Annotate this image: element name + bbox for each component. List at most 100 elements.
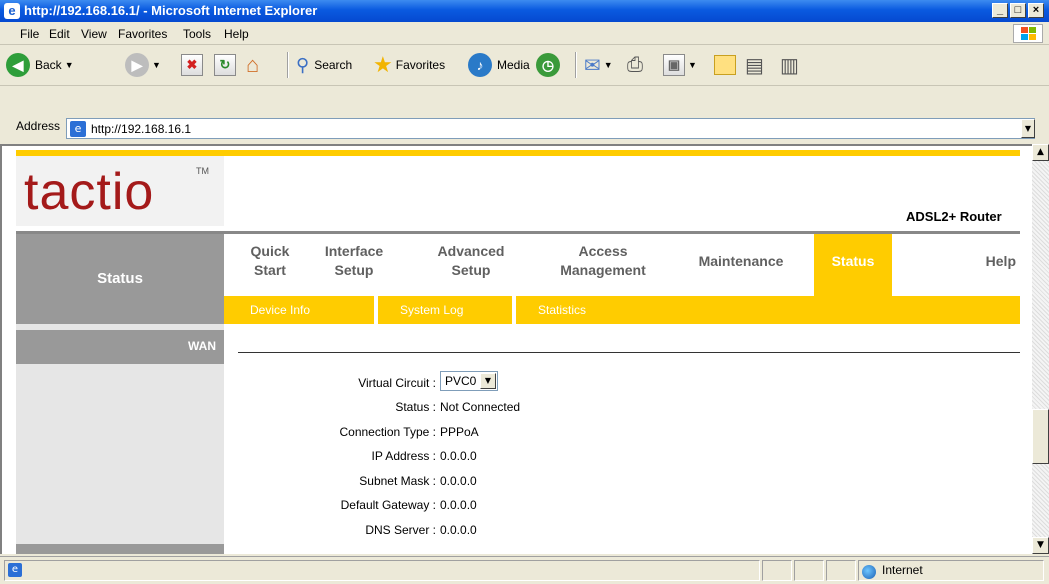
favorites-button[interactable]: ★ Favorites <box>373 46 445 84</box>
section-panel: Status <box>16 234 224 324</box>
messenger-icon: ▥ <box>780 54 799 77</box>
page-loaded-icon: e <box>8 563 22 577</box>
subnet-mask-value: 0.0.0.0 <box>440 474 477 488</box>
address-input[interactable]: e http://192.168.16.1 <box>66 118 1035 139</box>
nav-access-management[interactable]: Access Management <box>544 242 662 280</box>
forward-button[interactable]: ▶ ▼ <box>125 46 161 84</box>
history-button[interactable]: ◷ <box>536 46 560 84</box>
chevron-down-icon: ▼ <box>688 60 697 70</box>
chevron-down-icon: ▼ <box>64 60 74 70</box>
research-icon: ▤ <box>745 54 764 77</box>
logo-area: tactio TM <box>16 156 224 226</box>
media-icon: ♪ <box>468 53 492 77</box>
ip-address-value: 0.0.0.0 <box>440 449 477 463</box>
stop-button[interactable]: ✖ <box>181 46 203 84</box>
nav-status[interactable]: Status <box>814 252 892 271</box>
address-label: Address <box>16 119 61 133</box>
standard-toolbar: ◀ Back ▼ ▶ ▼ ✖ ↻ ⌂ ⚲ Search ★ Favorites … <box>0 46 1049 86</box>
discuss-button[interactable] <box>714 46 736 84</box>
chevron-down-icon: ▼ <box>152 60 161 70</box>
refresh-button[interactable]: ↻ <box>214 46 236 84</box>
sidebar-heading-label: WAN <box>188 339 216 353</box>
search-button[interactable]: ⚲ Search <box>296 46 352 84</box>
nav-maintenance[interactable]: Maintenance <box>686 252 796 271</box>
mail-button[interactable]: ✉ ▼ <box>584 46 613 84</box>
page-viewport: tactio TM ADSL2+ Router Status Quick Sta… <box>0 144 1032 554</box>
section-title: Status <box>97 270 143 287</box>
home-icon: ⌂ <box>246 52 260 77</box>
windows-logo-icon <box>1013 24 1043 43</box>
dns-server-value: 0.0.0.0 <box>440 523 477 537</box>
subnav-system-log[interactable]: System Log <box>400 296 463 324</box>
ip-address-label: IP Address : <box>371 449 436 463</box>
sidebar-body <box>16 364 224 544</box>
status-label: Status : <box>395 400 436 414</box>
status-value: Not Connected <box>440 400 521 414</box>
search-icon: ⚲ <box>296 54 310 75</box>
edit-icon: ▣ <box>663 54 685 76</box>
nav-interface-setup[interactable]: Interface Setup <box>314 242 394 280</box>
dns-server-label: DNS Server : <box>365 523 436 537</box>
star-icon: ★ <box>373 52 393 77</box>
mail-icon: ✉ <box>584 54 601 77</box>
connection-type-value: PPPoA <box>440 425 479 439</box>
chevron-down-icon: ▼ <box>480 373 496 389</box>
trademark-mark: TM <box>196 166 209 176</box>
nav-help[interactable]: Help <box>936 252 1016 271</box>
refresh-icon: ↻ <box>214 54 236 76</box>
edit-button[interactable]: ▣ ▼ <box>663 46 697 84</box>
nav-quick-start[interactable]: Quick Start <box>240 242 300 280</box>
back-button[interactable]: ◀ Back ▼ <box>6 46 74 84</box>
menu-bar: File Edit View Favorites Tools Help <box>0 22 1049 45</box>
subnet-mask-label: Subnet Mask : <box>359 474 436 488</box>
research-button[interactable]: ▤ <box>745 46 764 84</box>
maximize-button[interactable]: □ <box>1010 3 1026 18</box>
menu-file[interactable]: File <box>20 27 39 41</box>
ie-app-icon: e <box>4 3 20 19</box>
product-name: ADSL2+ Router <box>906 209 1002 224</box>
scroll-track[interactable] <box>1032 161 1049 537</box>
virtual-circuit-value: PVC0 <box>445 374 477 388</box>
globe-icon <box>862 565 876 579</box>
forward-arrow-icon: ▶ <box>125 53 149 77</box>
menu-help[interactable]: Help <box>224 27 249 41</box>
virtual-circuit-label: Virtual Circuit : <box>358 376 436 390</box>
menu-favorites[interactable]: Favorites <box>118 27 167 41</box>
address-dropdown-button[interactable]: ▼ <box>1021 119 1035 138</box>
zone-label: Internet <box>882 563 923 577</box>
history-icon: ◷ <box>536 53 560 77</box>
media-button[interactable]: ♪ Media <box>468 46 530 84</box>
window-title-bar: e http://192.168.16.1/ - Microsoft Inter… <box>0 0 1049 22</box>
home-button[interactable]: ⌂ <box>246 46 259 84</box>
scroll-down-button[interactable]: ▼ <box>1032 537 1049 554</box>
close-button[interactable]: × <box>1028 3 1044 18</box>
chevron-down-icon: ▼ <box>603 60 613 70</box>
status-text-panel: e <box>4 560 760 581</box>
scroll-thumb[interactable] <box>1032 409 1049 464</box>
print-button[interactable]: ⎙ <box>627 46 643 84</box>
messenger-button[interactable]: ▥ <box>780 46 799 84</box>
status-bar: e Internet <box>0 556 1049 584</box>
menu-tools[interactable]: Tools <box>183 27 211 41</box>
vertical-scrollbar[interactable]: ▲ ▼ <box>1032 144 1049 554</box>
nav-advanced-setup[interactable]: Advanced Setup <box>426 242 516 280</box>
print-icon: ⎙ <box>627 53 643 76</box>
virtual-circuit-select[interactable]: PVC0 ▼ <box>440 371 498 391</box>
subnav-device-info[interactable]: Device Info <box>250 296 310 324</box>
menu-view[interactable]: View <box>81 27 107 41</box>
connection-type-label: Connection Type : <box>339 425 436 439</box>
discuss-icon <box>714 55 736 75</box>
minimize-button[interactable]: _ <box>992 3 1008 18</box>
stop-icon: ✖ <box>181 54 203 76</box>
router-page: tactio TM ADSL2+ Router Status Quick Sta… <box>16 146 1020 554</box>
tactio-logo: tactio <box>24 163 155 221</box>
menu-edit[interactable]: Edit <box>49 27 70 41</box>
scroll-up-button[interactable]: ▲ <box>1032 144 1049 161</box>
page-icon: e <box>70 121 86 137</box>
subnav-statistics[interactable]: Statistics <box>538 296 586 324</box>
sidebar-heading: WAN <box>16 330 224 364</box>
default-gateway-value: 0.0.0.0 <box>440 498 477 512</box>
content-rule <box>238 352 1020 353</box>
subnav-bar <box>224 296 1020 324</box>
back-arrow-icon: ◀ <box>6 53 30 77</box>
